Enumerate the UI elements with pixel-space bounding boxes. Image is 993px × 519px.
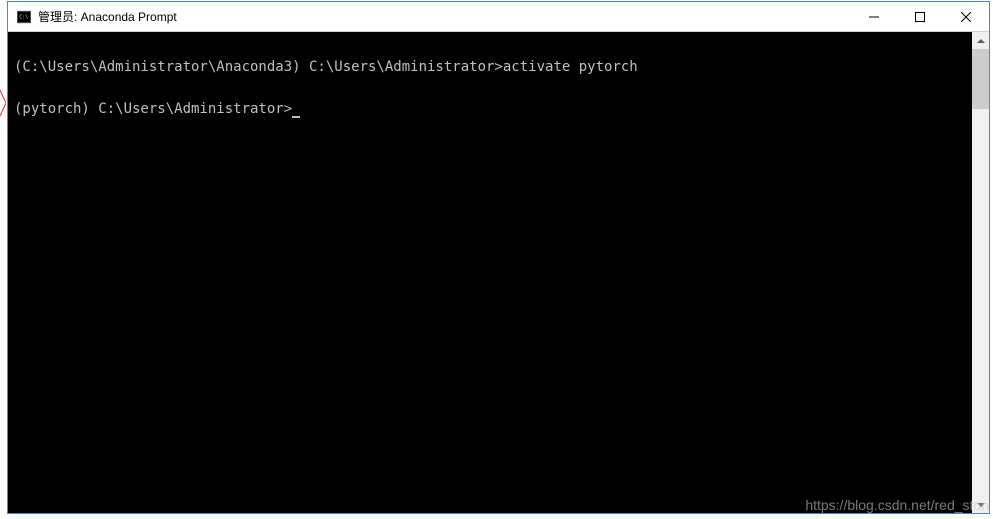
terminal-area-wrap: (C:\Users\Administrator\Anaconda3) C:\Us…	[8, 32, 989, 513]
prompt-text: (pytorch) C:\Users\Administrator>	[14, 101, 292, 117]
left-red-accent	[0, 90, 6, 116]
titlebar[interactable]: C:\ 管理员: Anaconda Prompt	[8, 2, 989, 32]
terminal-blank-line	[14, 36, 966, 57]
window-title: 管理员: Anaconda Prompt	[38, 8, 851, 25]
terminal-area[interactable]: (C:\Users\Administrator\Anaconda3) C:\Us…	[8, 32, 972, 513]
scroll-thumb[interactable]	[972, 49, 989, 109]
app-icon: C:\	[16, 9, 32, 25]
scroll-down-button[interactable]	[972, 496, 989, 513]
scroll-up-button[interactable]	[972, 32, 989, 49]
maximize-button[interactable]	[897, 2, 943, 31]
close-button[interactable]	[943, 2, 989, 31]
terminal-blank-line	[14, 78, 966, 99]
minimize-button[interactable]	[851, 2, 897, 31]
terminal-line-2: (pytorch) C:\Users\Administrator>	[14, 99, 966, 120]
prompt-text: (C:\Users\Administrator\Anaconda3) C:\Us…	[14, 59, 503, 75]
terminal-window: C:\ 管理员: Anaconda Prompt (C:\Users\Admin…	[7, 1, 990, 514]
vertical-scrollbar[interactable]	[972, 32, 989, 513]
svg-text:C:\: C:\	[19, 14, 28, 20]
window-controls	[851, 2, 989, 31]
command-text: activate pytorch	[503, 59, 638, 75]
cursor-icon	[292, 116, 300, 118]
terminal-line-1: (C:\Users\Administrator\Anaconda3) C:\Us…	[14, 57, 966, 78]
